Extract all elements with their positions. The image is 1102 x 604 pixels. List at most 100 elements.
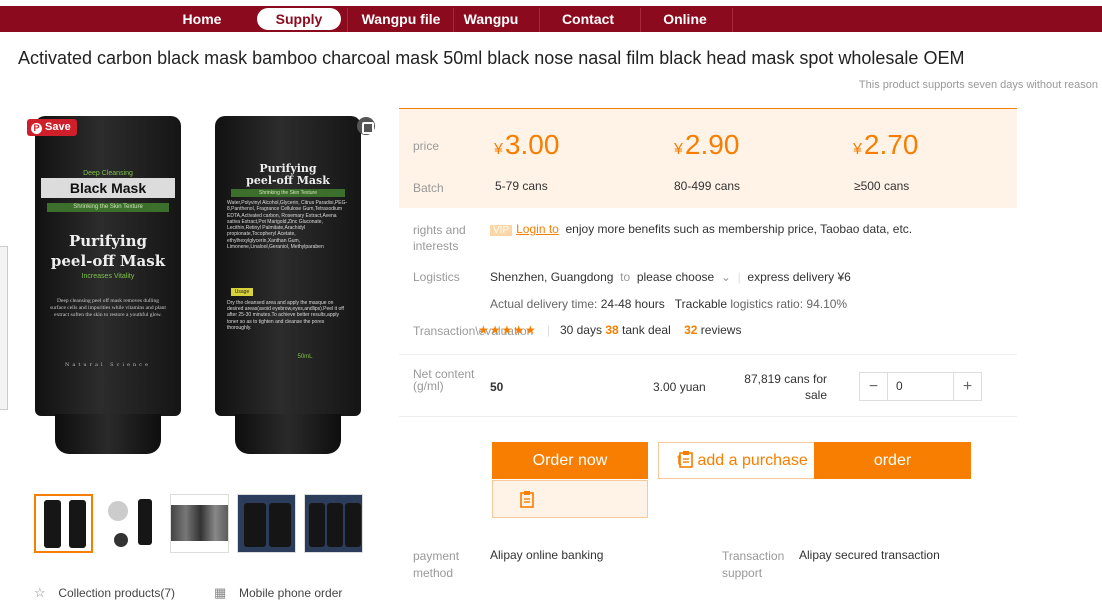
rights-text: enjoy more benefits such as membership p… xyxy=(565,222,913,236)
nav-supply[interactable]: Supply xyxy=(257,8,341,30)
payment-methods: Alipay online banking xyxy=(490,548,604,562)
destination-select[interactable]: please choose ⌄ xyxy=(637,270,731,284)
mobile-order-link[interactable]: ▦ Mobile phone order xyxy=(214,585,348,601)
chevron-down-icon: ⌄ xyxy=(720,270,731,284)
logistics-info: Shenzhen, Guangdong to please choose ⌄ |… xyxy=(490,270,851,284)
thumbnail[interactable] xyxy=(237,494,296,553)
tube-purifying: Purifying peel-off Mask Shrinking the Sk… xyxy=(215,116,361,454)
top-navigation: Home Supply Wangpu file Wangpu Contact O… xyxy=(0,0,1102,36)
trackable-label: Trackable xyxy=(674,297,728,311)
reviews-count[interactable]: 32 xyxy=(684,323,697,337)
mobile-label: Mobile phone order xyxy=(238,586,343,600)
decrease-button[interactable]: − xyxy=(860,373,888,400)
product-main-image[interactable]: Deep Cleansing Black Mask Shrinking the … xyxy=(27,112,377,474)
delivery-label: Actual delivery time: xyxy=(490,297,598,311)
price-panel: price Batch ¥3.00 ¥2.90 ¥2.70 5-79 cans … xyxy=(399,108,1017,208)
price-value: 3.00 xyxy=(504,129,560,160)
order-now-button[interactable]: Order now xyxy=(492,442,648,479)
transaction-info: ★★★★★ | 30 days 38 tank deal 32 reviews xyxy=(478,323,741,337)
transaction-support-label: Transaction support xyxy=(722,549,785,580)
logistics-label: Logistics xyxy=(413,270,460,284)
purchase-list-button[interactable] xyxy=(492,480,648,518)
price-tier-3: ¥2.70 xyxy=(853,129,918,161)
label-tagline: Shrinking the Skin Texture xyxy=(47,203,169,212)
nav-online[interactable]: Online xyxy=(646,8,724,30)
trackable-ratio: logistics ratio: 94.10% xyxy=(730,297,848,311)
star-outline-icon: ☆ xyxy=(34,585,46,600)
thumbnail[interactable] xyxy=(101,494,160,553)
thumbnail[interactable] xyxy=(170,494,229,553)
currency-symbol: ¥ xyxy=(494,141,503,158)
login-link[interactable]: Login to xyxy=(516,222,559,236)
save-label: Save xyxy=(45,121,71,133)
spec-value: 50 xyxy=(490,380,504,394)
batch-tier-1: 5-79 cans xyxy=(495,179,548,193)
product-title: Activated carbon black mask bamboo charc… xyxy=(18,48,965,68)
increase-button[interactable]: + xyxy=(953,373,981,400)
deal-count: 38 xyxy=(605,323,619,337)
nav-divider xyxy=(539,8,540,32)
batch-tier-3: ≥500 cans xyxy=(854,179,910,193)
nav-divider xyxy=(732,8,733,32)
rights-label: rights and interests xyxy=(413,223,466,253)
expand-icon[interactable] xyxy=(357,117,375,135)
thumbnail[interactable] xyxy=(34,494,93,553)
spec-label: Net content (g/ml) xyxy=(413,367,475,393)
label-purifying: Purifying xyxy=(68,232,148,250)
nav-wangpu[interactable]: Wangpu xyxy=(455,8,527,30)
days-text: 30 days xyxy=(559,323,602,337)
collection-link[interactable]: ☆ Collection products(7) xyxy=(34,585,181,601)
price-tier-1: ¥3.00 xyxy=(494,129,559,161)
pinterest-icon: P xyxy=(31,123,42,134)
divider xyxy=(399,416,1017,417)
origin: Shenzhen, Guangdong xyxy=(490,270,614,284)
label-peel-off: peel-off Mask xyxy=(50,252,166,270)
vip-badge: VIP xyxy=(490,225,513,236)
label-small: Deep Cleansing xyxy=(83,170,133,177)
quantity-input[interactable]: 0 xyxy=(896,379,903,393)
stock-available: 87,819 cans for sale xyxy=(744,372,827,402)
return-policy-note: This product supports seven days without… xyxy=(858,79,1098,91)
tube-cap xyxy=(235,414,341,454)
price-value: 2.70 xyxy=(863,129,919,160)
reviews-text[interactable]: reviews xyxy=(701,323,742,337)
label-ingredients: Water,Polyvinyl Alcohol,Glycerin, Citrus… xyxy=(227,200,348,251)
nav-divider xyxy=(453,8,454,32)
label-body: Deep cleansing peel off mask removes dul… xyxy=(50,298,166,318)
nav-divider xyxy=(347,8,348,32)
clipboard-icon xyxy=(679,451,694,468)
separator: | xyxy=(737,270,741,284)
rights-info: VIP Login to enjoy more benefits such as … xyxy=(490,222,912,236)
price-label: price xyxy=(413,139,440,153)
label-sub: Increases Vitality xyxy=(81,273,135,280)
nav-contact[interactable]: Contact xyxy=(547,8,629,30)
collection-label: Collection products(7) xyxy=(58,586,176,600)
label-usage: Usage xyxy=(231,288,253,296)
nav-divider xyxy=(640,8,641,32)
thumbnail[interactable] xyxy=(304,494,363,553)
currency-symbol: ¥ xyxy=(853,141,862,158)
separator: | xyxy=(546,323,550,337)
pinterest-save-button[interactable]: P Save xyxy=(27,119,77,136)
price-value: 2.90 xyxy=(684,129,740,160)
nav-home[interactable]: Home xyxy=(170,8,234,30)
add-purchase-button[interactable]: t add a purchase xyxy=(658,442,815,479)
batch-tier-2: 80-499 cans xyxy=(674,179,741,193)
label-footer: Natural Science xyxy=(65,362,151,368)
nav-wangpu-file[interactable]: Wangpu file xyxy=(353,8,449,30)
clipboard-icon xyxy=(520,491,534,508)
quantity-stepper: − 0 + xyxy=(859,372,982,401)
divider xyxy=(399,354,1017,355)
batch-label: Batch xyxy=(413,181,444,195)
label-tagline: Shrinking the Skin Texture xyxy=(231,189,345,197)
qr-code-icon: ▦ xyxy=(214,585,227,600)
rating-stars: ★★★★★ xyxy=(478,323,537,337)
tube-cap xyxy=(55,414,161,454)
deal-text: tank deal xyxy=(622,323,671,337)
delivery-value: 24-48 hours xyxy=(600,297,665,311)
label-usage-text: Dry the cleansed area and apply the masq… xyxy=(227,300,344,331)
side-scroll-tab[interactable] xyxy=(0,246,8,410)
price-tier-2: ¥2.90 xyxy=(674,129,739,161)
payment-label: payment method xyxy=(413,549,460,580)
order-button[interactable]: order xyxy=(814,442,971,479)
